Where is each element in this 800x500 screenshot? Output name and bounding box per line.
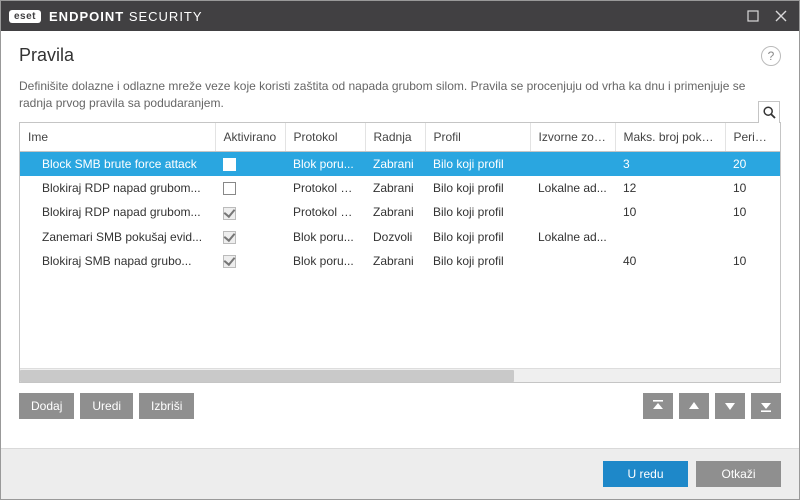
col-enabled[interactable]: Aktivirano bbox=[215, 123, 285, 152]
header: Pravila ? bbox=[1, 31, 799, 74]
cell-period: 10 bbox=[725, 176, 780, 200]
titlebar: eset ENDPOINT SECURITY bbox=[1, 1, 799, 31]
table-row[interactable]: Blokiraj SMB napad grubo... Blok poru...Z… bbox=[20, 249, 780, 273]
minimize-icon[interactable] bbox=[747, 10, 759, 22]
move-up-button[interactable] bbox=[679, 393, 709, 419]
cell-action: Dozvoli bbox=[365, 225, 425, 249]
cell-protocol: Blok poru... bbox=[285, 249, 365, 273]
move-top-button[interactable] bbox=[643, 393, 673, 419]
table-row[interactable]: Blokiraj RDP napad grubom... Protokol u..… bbox=[20, 200, 780, 224]
cell-maxattempts: 3 bbox=[615, 151, 725, 176]
cell-profile: Bilo koji profil bbox=[425, 249, 530, 273]
col-protocol[interactable]: Protokol bbox=[285, 123, 365, 152]
chevron-up-icon bbox=[687, 400, 701, 412]
cell-enabled bbox=[215, 249, 285, 273]
edit-button[interactable]: Uredi bbox=[80, 393, 133, 419]
col-period[interactable]: Period... bbox=[725, 123, 780, 152]
cell-protocol: Protokol u... bbox=[285, 200, 365, 224]
enabled-checkbox[interactable] bbox=[223, 207, 236, 220]
cell-maxattempts: 40 bbox=[615, 249, 725, 273]
col-sourcezones[interactable]: Izvorne zone bbox=[530, 123, 615, 152]
cell-enabled bbox=[215, 200, 285, 224]
scrollbar-thumb[interactable] bbox=[20, 370, 514, 382]
cell-name: Block SMB brute force attack bbox=[20, 151, 215, 176]
horizontal-scrollbar[interactable] bbox=[20, 368, 780, 382]
cell-maxattempts: 12 bbox=[615, 176, 725, 200]
cell-profile: Bilo koji profil bbox=[425, 200, 530, 224]
cell-maxattempts: 10 bbox=[615, 200, 725, 224]
enabled-checkbox[interactable] bbox=[223, 255, 236, 268]
cell-sourcezones: Lokalne ad... bbox=[530, 225, 615, 249]
cell-sourcezones bbox=[530, 249, 615, 273]
col-action[interactable]: Radnja bbox=[365, 123, 425, 152]
cell-protocol: Protokol u... bbox=[285, 176, 365, 200]
search-button[interactable] bbox=[758, 101, 780, 123]
cell-protocol: Blok poru... bbox=[285, 225, 365, 249]
search-icon bbox=[763, 106, 776, 119]
cell-sourcezones bbox=[530, 200, 615, 224]
cell-protocol: Blok poru... bbox=[285, 151, 365, 176]
cell-name: Zanemari SMB pokušaj evid... bbox=[20, 225, 215, 249]
footer: U redu Otkaži bbox=[1, 448, 799, 499]
table-row[interactable]: Blokiraj RDP napad grubom... Protokol u..… bbox=[20, 176, 780, 200]
brand-badge: eset bbox=[9, 10, 41, 23]
rules-table: Ime Aktivirano Protokol Radnja Profil Iz… bbox=[19, 122, 781, 384]
cell-sourcezones: Lokalne ad... bbox=[530, 176, 615, 200]
cancel-button[interactable]: Otkaži bbox=[696, 461, 781, 487]
cell-action: Zabrani bbox=[365, 200, 425, 224]
cell-name: Blokiraj RDP napad grubom... bbox=[20, 176, 215, 200]
cell-enabled bbox=[215, 151, 285, 176]
chevron-bottom-icon bbox=[759, 400, 773, 412]
cell-name: Blokiraj SMB napad grubo... bbox=[20, 249, 215, 273]
table-row[interactable]: Zanemari SMB pokušaj evid... Blok poru...… bbox=[20, 225, 780, 249]
help-button[interactable]: ? bbox=[761, 46, 781, 66]
cell-period: 10 bbox=[725, 249, 780, 273]
table-header-row: Ime Aktivirano Protokol Radnja Profil Iz… bbox=[20, 123, 780, 152]
cell-name: Blokiraj RDP napad grubom... bbox=[20, 200, 215, 224]
move-bottom-button[interactable] bbox=[751, 393, 781, 419]
page-title: Pravila bbox=[19, 45, 74, 66]
enabled-checkbox[interactable] bbox=[223, 231, 236, 244]
toolbar: Dodaj Uredi Izbriši bbox=[1, 383, 799, 419]
table-empty-area bbox=[20, 273, 780, 368]
cell-enabled bbox=[215, 225, 285, 249]
close-icon[interactable] bbox=[775, 10, 787, 22]
col-name[interactable]: Ime bbox=[20, 123, 215, 152]
cell-sourcezones bbox=[530, 151, 615, 176]
col-profile[interactable]: Profil bbox=[425, 123, 530, 152]
brand-text: ENDPOINT SECURITY bbox=[49, 9, 203, 24]
cell-profile: Bilo koji profil bbox=[425, 151, 530, 176]
cell-maxattempts bbox=[615, 225, 725, 249]
cell-action: Zabrani bbox=[365, 151, 425, 176]
enabled-checkbox[interactable] bbox=[223, 158, 236, 171]
table-row[interactable]: Block SMB brute force attack Blok poru...… bbox=[20, 151, 780, 176]
cell-period bbox=[725, 225, 780, 249]
add-button[interactable]: Dodaj bbox=[19, 393, 74, 419]
enabled-checkbox[interactable] bbox=[223, 182, 236, 195]
col-maxattempts[interactable]: Maks. broj pokušaja bbox=[615, 123, 725, 152]
chevron-top-icon bbox=[651, 400, 665, 412]
move-down-button[interactable] bbox=[715, 393, 745, 419]
delete-button[interactable]: Izbriši bbox=[139, 393, 194, 419]
cell-profile: Bilo koji profil bbox=[425, 176, 530, 200]
description-text: Definišite dolazne i odlazne mreže veze … bbox=[1, 74, 799, 122]
window-controls bbox=[747, 10, 791, 22]
chevron-down-icon bbox=[723, 400, 737, 412]
cell-action: Zabrani bbox=[365, 249, 425, 273]
cell-profile: Bilo koji profil bbox=[425, 225, 530, 249]
cell-period: 10 bbox=[725, 200, 780, 224]
cell-action: Zabrani bbox=[365, 176, 425, 200]
cell-enabled bbox=[215, 176, 285, 200]
cell-period: 20 bbox=[725, 151, 780, 176]
app-window: eset ENDPOINT SECURITY Pravila ? Definiš… bbox=[0, 0, 800, 500]
ok-button[interactable]: U redu bbox=[603, 461, 688, 487]
